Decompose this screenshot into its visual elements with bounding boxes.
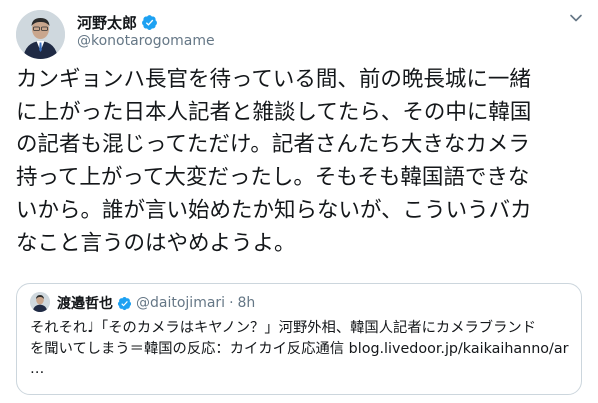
tweet-text-line: 持って上がって大変だったし。そもそも韓国語できな [16, 165, 530, 191]
quoted-author-handle: @daitojimari [136, 295, 226, 311]
quoted-text: それそれ♩「そのカメラはキヤノン？」河野外相、韓国人記者にカメラブランド を聞い… [30, 318, 575, 380]
author-avatar-image [16, 10, 65, 59]
tweet-text-line: に上がった日本人記者と雑談してたら、その中に韓国 [16, 99, 532, 125]
quoted-author-name: 渡邉哲也 [57, 296, 113, 312]
tweet-text-line: の記者も混じってただけ。記者さんたち大きなカメラ [16, 132, 530, 158]
tweet-card: 河野太郎 @konotarogomame カンギョンハ長官を待っている間、前の晩… [0, 0, 598, 403]
quoted-author-avatar [30, 292, 50, 312]
quoted-text-line: それそれ♩「そのカメラはキヤノン？」河野外相、韓国人記者にカメラブランド [30, 320, 536, 336]
quoted-tweet[interactable]: 渡邉哲也 @daitojimari · 8h それそれ♩「そのカメラはキヤノン？… [16, 283, 582, 395]
author-avatar[interactable] [16, 10, 65, 59]
quoted-text-line: を聞いてしまう＝韓国の反応：カイカイ反応通信 blog.livedoor.jp/… [30, 340, 569, 357]
quoted-timestamp[interactable]: 8h [238, 295, 256, 311]
quoted-avatar-image [30, 292, 50, 312]
tweet-text: カンギョンハ長官を待っている間、前の晩長城に一緒 に上がった日本人記者と雑談して… [16, 64, 586, 260]
tweet-text-line: カンギョンハ長官を待っている間、前の晩長城に一緒 [16, 67, 531, 92]
verified-badge-icon [117, 296, 132, 311]
quoted-separator: · [229, 295, 234, 311]
author-name-row[interactable]: 河野太郎 [77, 12, 158, 33]
tweet-text-line: いから。誰が言い始めたか知らないが、こういうバカ [16, 197, 532, 223]
chevron-down-icon [570, 14, 582, 22]
tweet-text-line: なこと言うのはやめようよ。 [16, 230, 296, 256]
author-name[interactable]: 河野太郎 [77, 12, 137, 33]
quoted-text-line: … [30, 361, 45, 377]
quoted-header: 渡邉哲也 @daitojimari · 8h [57, 293, 255, 313]
author-handle[interactable]: @konotarogomame [77, 33, 215, 49]
tweet-menu-button[interactable] [566, 8, 586, 28]
verified-badge-icon [141, 14, 158, 31]
